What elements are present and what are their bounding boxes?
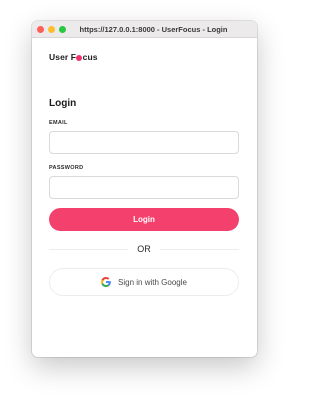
google-icon [101,277,111,287]
close-window-button[interactable] [37,26,44,33]
or-divider: OR [49,244,239,254]
password-field[interactable] [49,176,239,199]
email-label: EMAIL [49,120,68,126]
title-bar: https://127.0.0.1:8000 - UserFocus - Log… [32,21,257,38]
google-button-label: Sign in with Google [118,277,187,287]
divider-line-right [159,248,239,250]
google-sign-in-button[interactable]: Sign in with Google [49,268,239,296]
divider-line-left [49,248,129,250]
logo-text-start: User F [49,52,77,62]
or-text: OR [137,244,151,254]
userfocus-logo: User F cus [49,52,98,62]
window-controls [37,26,66,33]
password-label: PASSWORD [49,165,84,171]
minimize-window-button[interactable] [48,26,55,33]
page-title: Login [49,98,77,109]
email-field[interactable] [49,131,239,154]
logo-dot-icon [76,54,83,61]
browser-window: https://127.0.0.1:8000 - UserFocus - Log… [32,21,257,357]
logo-text-end: cus [82,52,98,62]
zoom-window-button[interactable] [59,26,66,33]
login-button[interactable]: Login [49,208,239,231]
